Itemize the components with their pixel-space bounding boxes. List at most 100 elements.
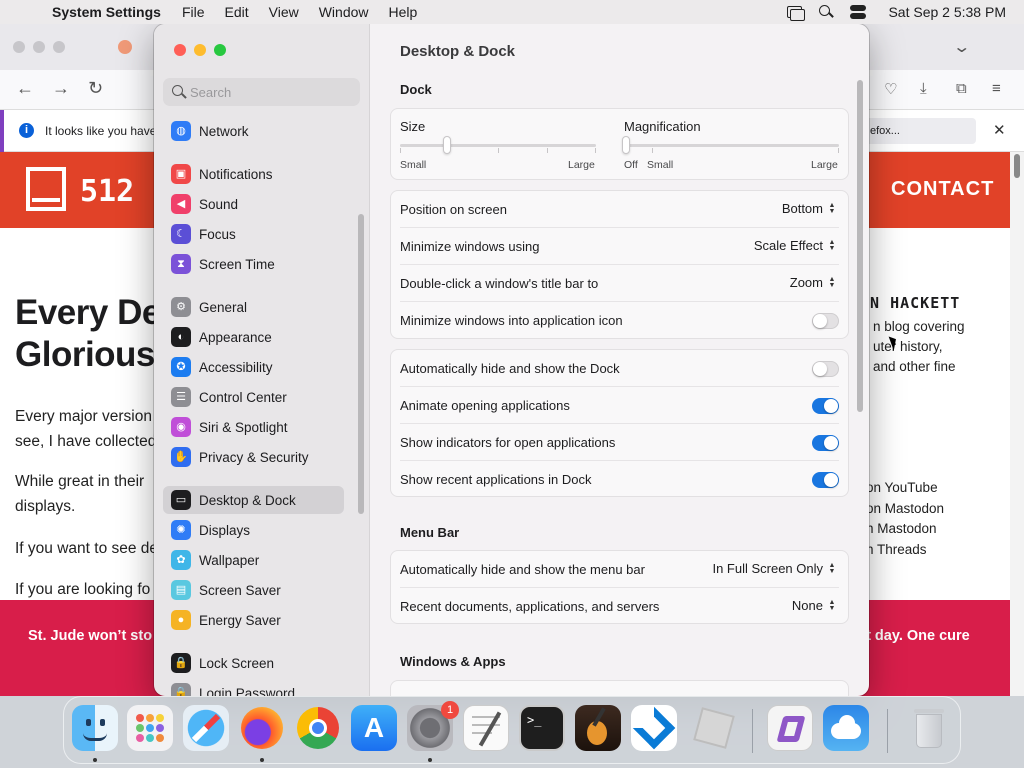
size-min-label: Small (400, 159, 427, 171)
minimize-into-app-icon-toggle[interactable] (812, 313, 839, 329)
size-tick (595, 148, 596, 153)
sidebar-item-desktop-dock[interactable]: ▭ Desktop & Dock (163, 486, 344, 514)
sidebar-scrollbar[interactable] (358, 214, 364, 514)
autohide-dock-toggle[interactable] (812, 361, 839, 377)
screen-mirroring-icon[interactable] (786, 5, 806, 21)
trash-icon[interactable] (906, 705, 952, 751)
sidebar-item-screen-saver[interactable]: ▤ Screen Saver (163, 576, 344, 604)
position-popup[interactable]: Bottom ▲ ▼ (782, 201, 836, 216)
sidebar-item-accessibility[interactable]: ✪ Accessibility (163, 353, 344, 381)
magnification-slider-thumb[interactable] (622, 136, 630, 154)
sidebar-bio-line: uter history, (873, 339, 943, 354)
sidebar-item-appearance[interactable]: ◐ Appearance (163, 323, 344, 351)
social-link[interactable]: on YouTube (866, 478, 944, 499)
sidebar-search[interactable] (163, 78, 360, 106)
tab-list-chevron-icon[interactable]: ⌄ (952, 37, 971, 57)
window-zoom-button[interactable] (214, 44, 226, 56)
sidebar-item-screen-time[interactable]: ⧗ Screen Time (163, 250, 344, 278)
browser-scroll-thumb[interactable] (1014, 154, 1020, 178)
tab-favicon-icon[interactable] (118, 40, 132, 54)
content-scrollbar[interactable] (857, 80, 863, 412)
sidebar-item-lock-screen[interactable]: 🔒 Lock Screen (163, 649, 344, 677)
show-indicators-toggle[interactable] (812, 435, 839, 451)
animate-opening-toggle[interactable] (812, 398, 839, 414)
social-link[interactable]: n Mastodon (866, 519, 944, 540)
textedit-icon[interactable] (463, 705, 509, 751)
back-arrow-icon[interactable]: ← (16, 78, 34, 99)
minimize-effect-popup[interactable]: Scale Effect ▲ ▼ (754, 238, 836, 253)
dock: A 1 >_ (63, 696, 961, 764)
size-tick (498, 148, 499, 153)
sidebar-item-notifications[interactable]: ▣ Notifications (163, 160, 344, 188)
article-paragraph: Every major version see, I have collecte… (15, 404, 156, 454)
sidebar-item-wallpaper[interactable]: ✿ Wallpaper (163, 546, 344, 574)
site-nav-contact[interactable]: CONTACT (891, 178, 994, 201)
weather-icon[interactable] (823, 705, 869, 751)
browser-zoom-button[interactable] (53, 41, 65, 53)
firefox-icon[interactable] (239, 705, 285, 751)
extensions-icon[interactable]: ⧉ (956, 80, 967, 97)
finder-icon[interactable] (72, 705, 118, 751)
browser-close-button[interactable] (13, 41, 25, 53)
visual-studio-icon[interactable] (767, 705, 813, 751)
sidebar-item-siri-spotlight[interactable]: ◉ Siri & Spotlight (163, 413, 344, 441)
browser-scrollbar[interactable] (1010, 152, 1024, 696)
site-logo-text[interactable]: 512 (80, 174, 134, 209)
notification-close-icon[interactable]: ✕ (993, 121, 1006, 139)
notification-action-button[interactable]: efox... (864, 118, 976, 144)
sidebar-item-energy-saver[interactable]: ● Energy Saver (163, 606, 344, 634)
sidebar-item-focus[interactable]: ☾ Focus (163, 220, 344, 248)
launchpad-icon[interactable] (127, 705, 173, 751)
sound-icon: ◀ (171, 194, 191, 214)
sidebar-item-general[interactable]: ⚙ General (163, 293, 344, 321)
roblox-icon[interactable] (691, 705, 737, 751)
menu-bar-autohide-popup[interactable]: In Full Screen Only ▲ ▼ (712, 561, 836, 576)
chrome-icon[interactable] (295, 705, 341, 751)
window-minimize-button[interactable] (194, 44, 206, 56)
site-logo-icon[interactable] (26, 167, 66, 211)
terminal-icon[interactable]: >_ (519, 705, 565, 751)
double-click-action-popup[interactable]: Zoom ▲ ▼ (790, 275, 836, 290)
menu-view[interactable]: View (269, 4, 299, 20)
menu-app-name[interactable]: System Settings (52, 4, 161, 20)
hamburger-menu-icon[interactable]: ≡ (992, 80, 1001, 97)
safari-icon[interactable] (183, 705, 229, 751)
menu-file[interactable]: File (182, 4, 205, 20)
garageband-icon[interactable] (575, 705, 621, 751)
row-position-on-screen: Position on screen Bottom ▲ ▼ (391, 191, 848, 228)
magnification-slider-track[interactable] (624, 144, 839, 147)
size-slider-thumb[interactable] (443, 136, 452, 154)
browser-minimize-button[interactable] (33, 41, 45, 53)
sidebar-item-privacy-security[interactable]: ✋ Privacy & Security (163, 443, 344, 471)
window-close-button[interactable] (174, 44, 186, 56)
spotlight-icon[interactable] (818, 5, 836, 19)
sidebar-item-sound[interactable]: ◀ Sound (163, 190, 344, 218)
menu-window[interactable]: Window (319, 4, 369, 20)
popup-value: Scale Effect (753, 238, 823, 253)
sidebar-item-network[interactable]: ◍ Network (163, 117, 344, 145)
recent-documents-popup[interactable]: None ▲ ▼ (792, 598, 836, 613)
download-icon[interactable]: ⤓ (920, 80, 927, 97)
size-slider-track[interactable] (400, 144, 596, 147)
sidebar-item-displays[interactable]: ✺ Displays (163, 516, 344, 544)
sidebar-item-control-center[interactable]: ☰ Control Center (163, 383, 344, 411)
show-recent-apps-toggle[interactable] (812, 472, 839, 488)
menu-clock[interactable]: Sat Sep 2 5:38 PM (888, 4, 1006, 20)
social-link[interactable]: n Threads (866, 540, 944, 561)
info-icon: i (19, 123, 34, 138)
sidebar-item-login-password[interactable]: 🔒 Login Password (163, 679, 344, 696)
social-link[interactable]: on Mastodon (866, 499, 944, 520)
app-store-icon[interactable]: A (351, 705, 397, 751)
search-input[interactable] (190, 82, 355, 102)
reload-icon[interactable]: ↻ (88, 78, 103, 99)
sidebar-item-label: Network (199, 123, 249, 139)
control-center-icon[interactable] (850, 5, 868, 19)
size-tick (547, 148, 548, 153)
forward-arrow-icon[interactable]: → (52, 78, 70, 99)
vscode-icon[interactable] (631, 705, 677, 751)
menu-help[interactable]: Help (389, 4, 418, 20)
menu-edit[interactable]: Edit (225, 4, 249, 20)
page-title: Desktop & Dock (400, 43, 516, 60)
pocket-icon[interactable]: ♡ (884, 80, 897, 98)
magnification-max-label: Large (811, 159, 838, 171)
